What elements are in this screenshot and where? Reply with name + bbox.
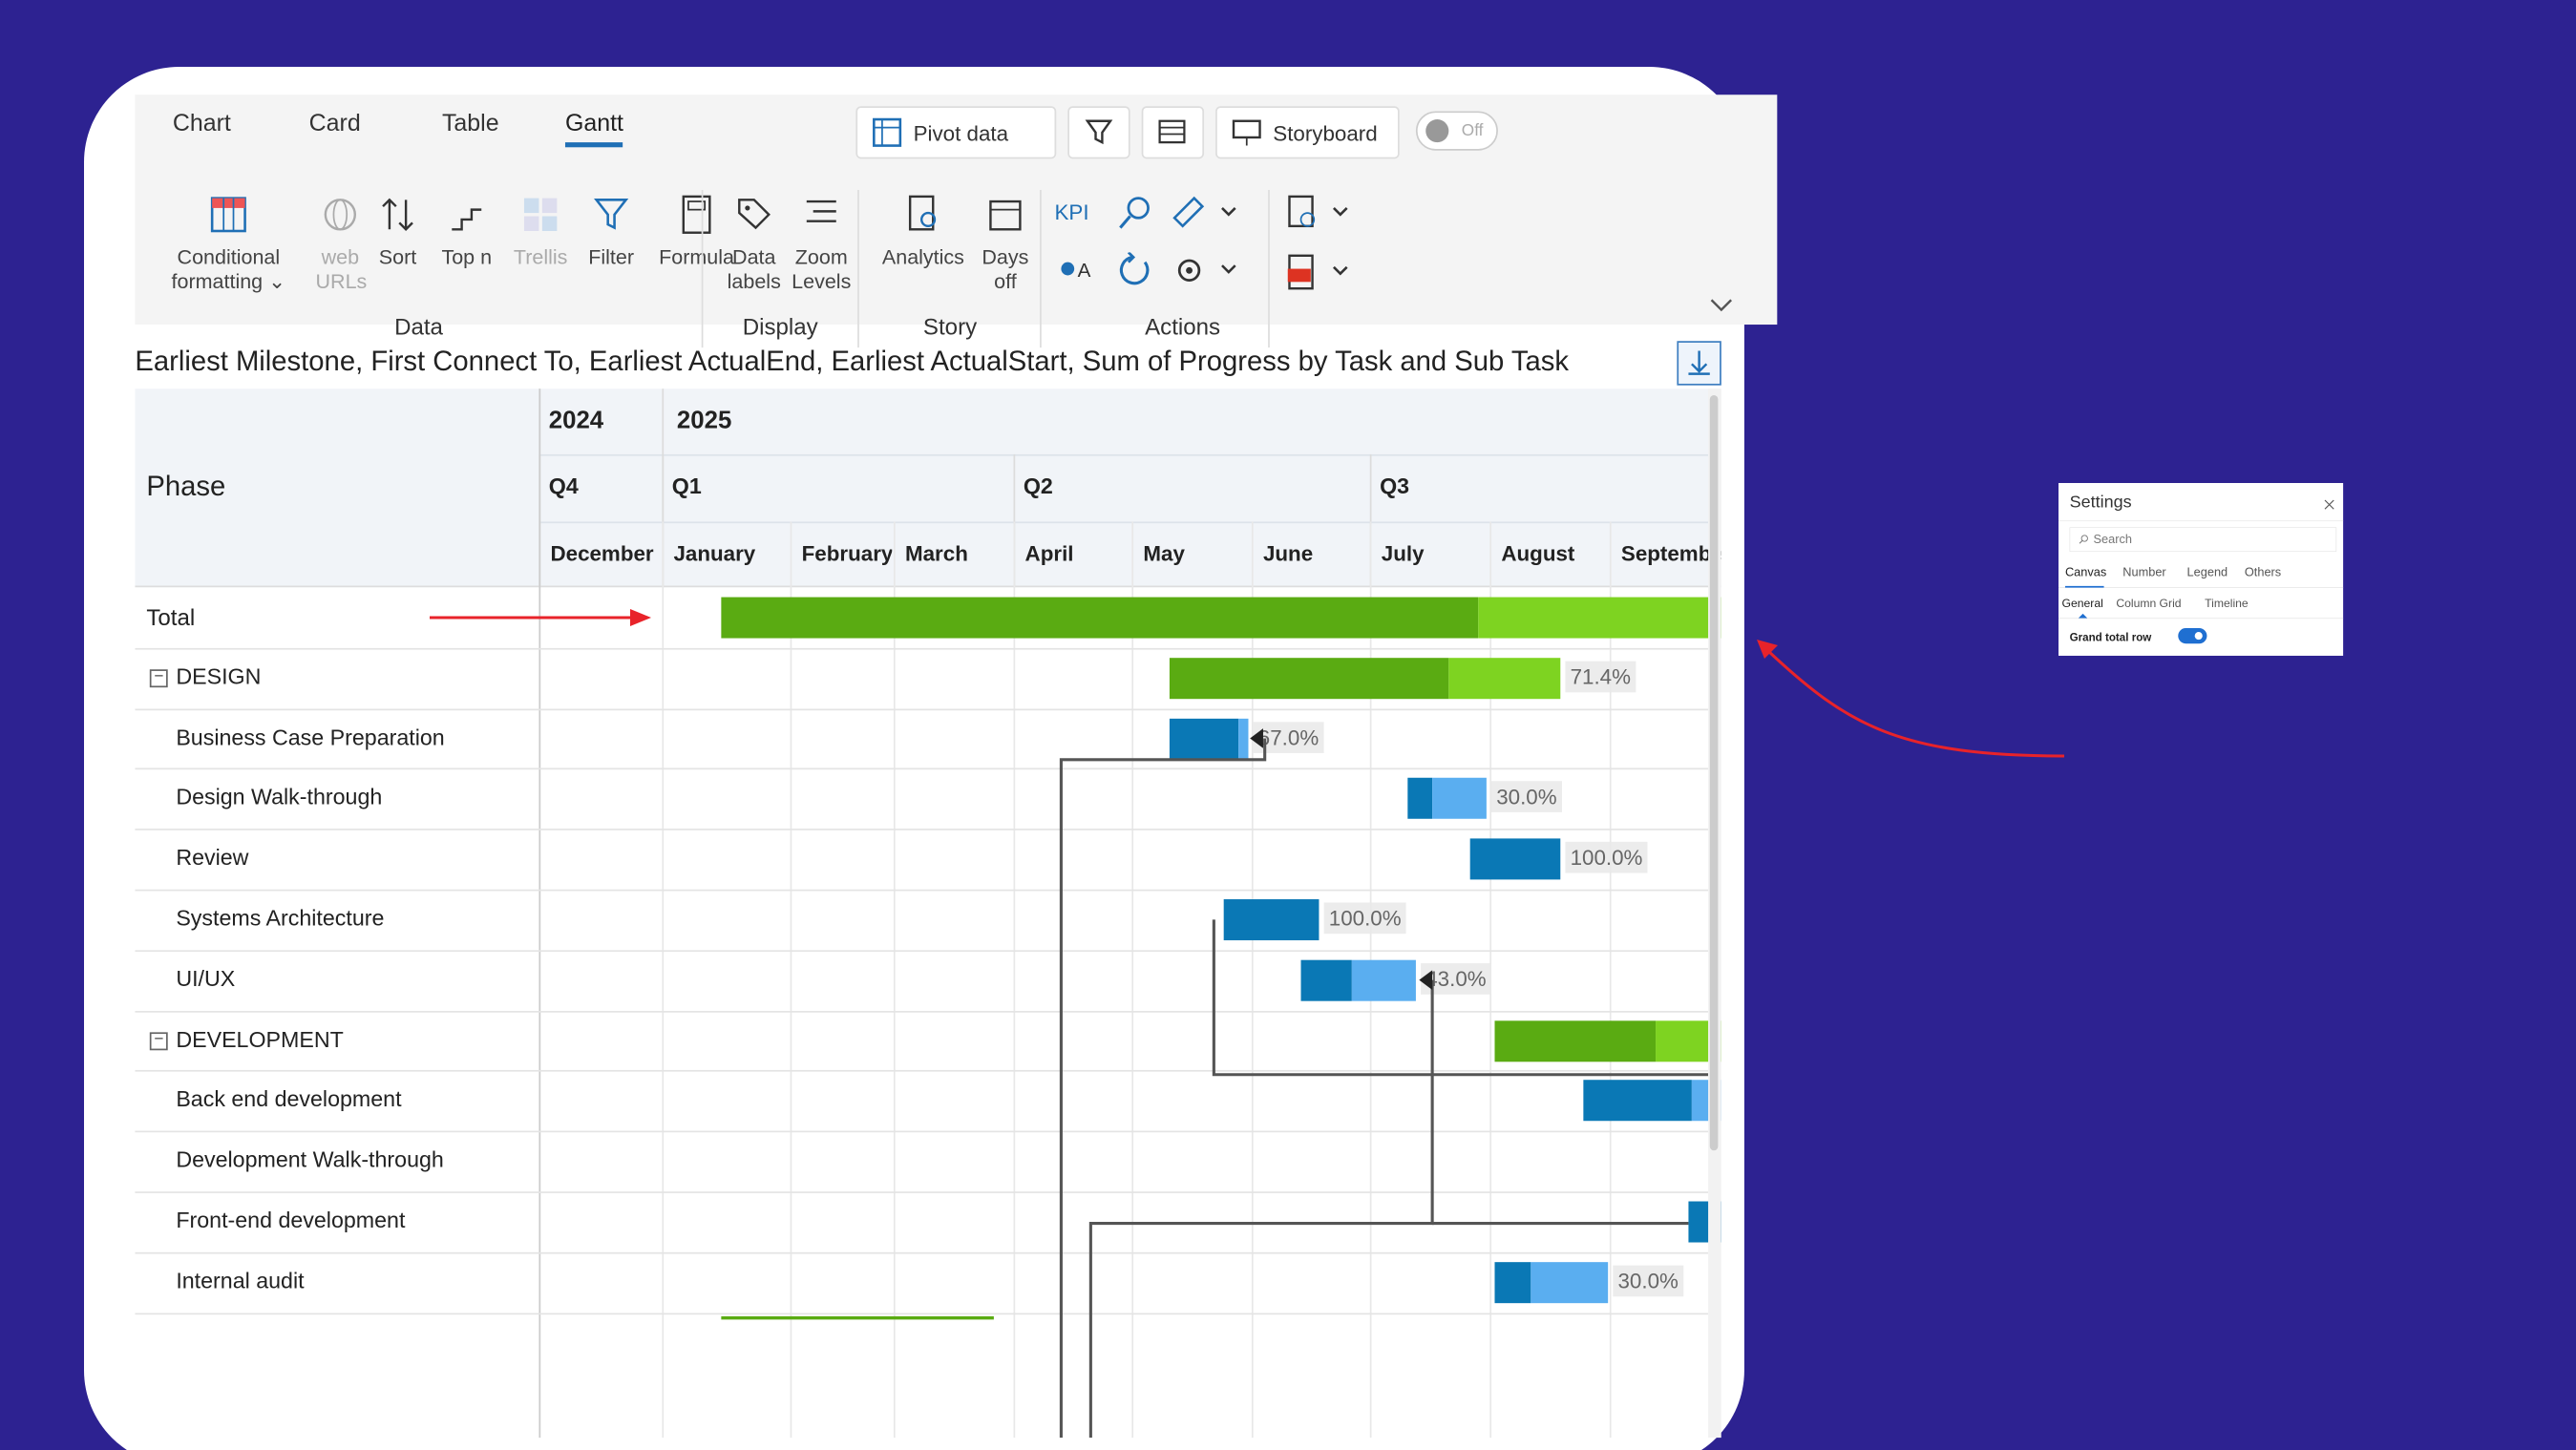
grand-total-row-toggle[interactable] [2178,627,2207,644]
search-icon [2079,535,2088,544]
search-placeholder: Search [2093,532,2132,547]
red-arrowhead [630,609,651,626]
settings-tab-legend[interactable]: Legend [2187,565,2228,579]
settings-tab-others[interactable]: Others [2245,565,2281,579]
close-icon[interactable] [2323,498,2335,511]
settings-tab-canvas[interactable]: Canvas [2065,565,2106,579]
settings-subtab-grid[interactable]: Grid [2160,597,2182,610]
grand-total-row-label: Grand total row [2069,631,2152,644]
annotation-arrows [430,609,2065,758]
settings-subtab-general[interactable]: General [2061,597,2102,610]
settings-search-input[interactable]: Search [2069,527,2337,552]
toggle-knob [2194,632,2203,641]
settings-subtab-column[interactable]: Column [2116,597,2156,610]
settings-title: Settings [2069,492,2132,512]
settings-subtab-timeline[interactable]: Timeline [2205,597,2249,610]
red-arrow-setting [1766,649,2065,758]
settings-tab-number[interactable]: Number [2122,565,2165,579]
settings-panel: Settings Search Canvas Number Legend Others… [2059,483,2344,656]
